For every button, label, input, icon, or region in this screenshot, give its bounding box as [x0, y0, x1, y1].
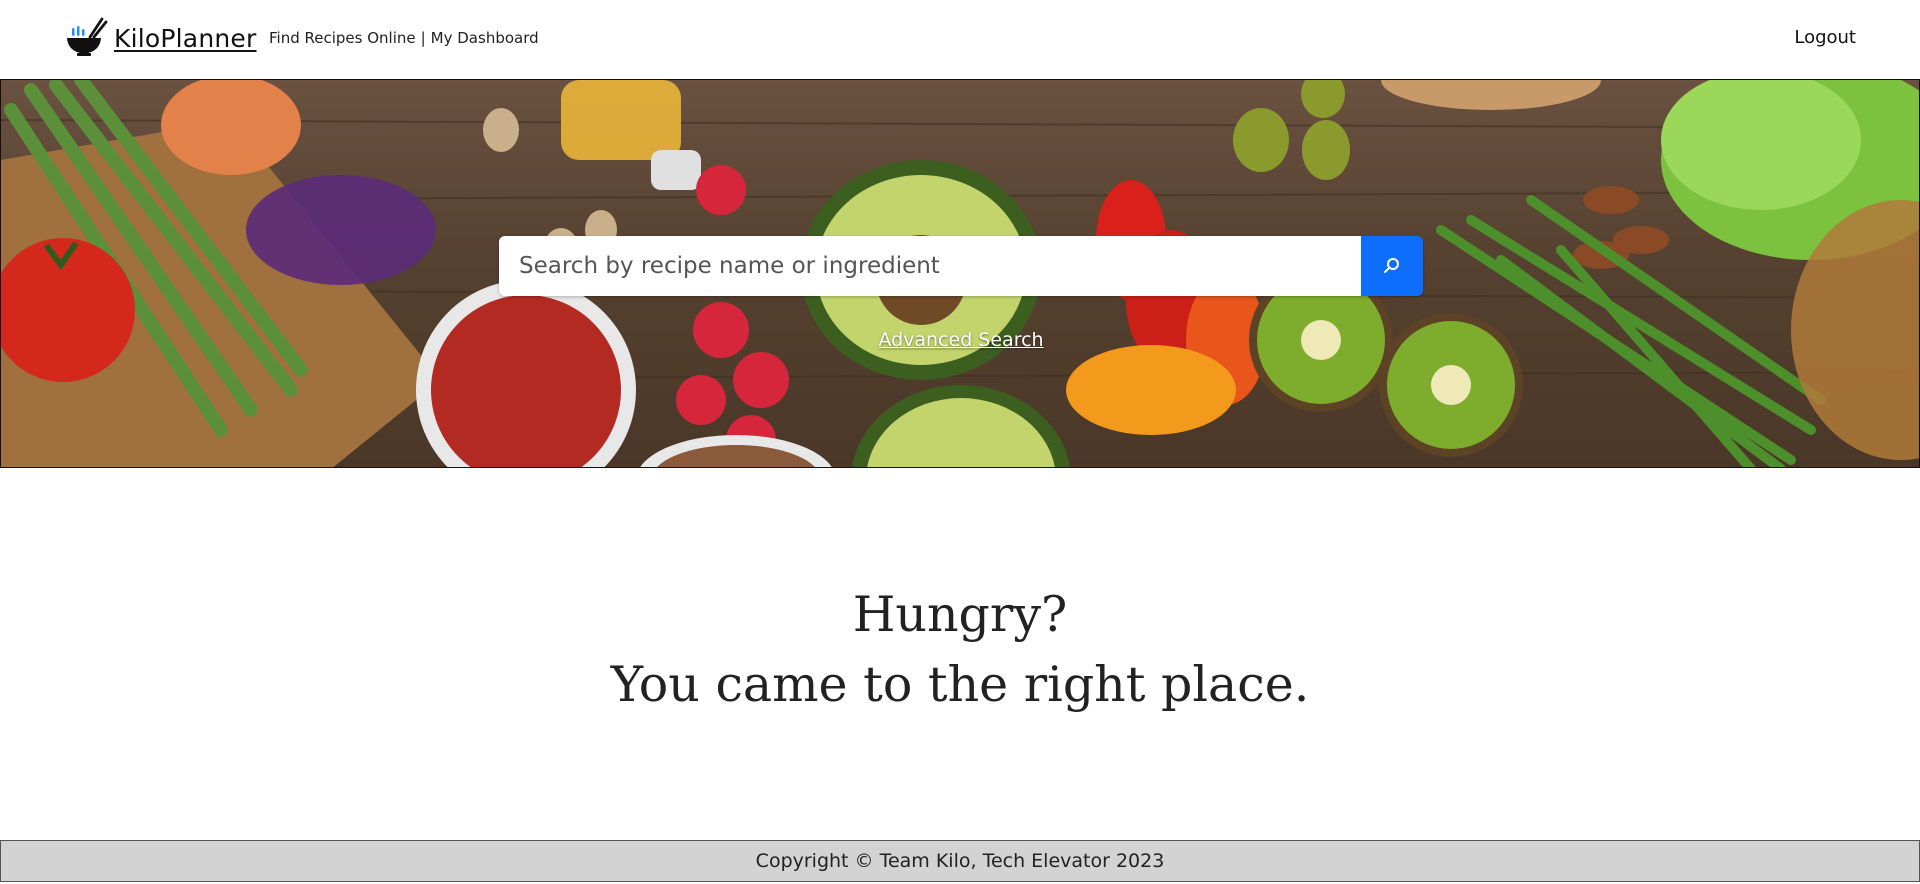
- tagline-line-2: You came to the right place.: [610, 656, 1310, 713]
- ramen-bowl-icon: [67, 17, 108, 56]
- nav-links: Find Recipes Online | My Dashboard: [269, 29, 539, 47]
- advanced-search-link[interactable]: Advanced Search: [878, 329, 1043, 351]
- brand-name: KiloPlanner: [114, 23, 257, 53]
- hero-banner: Advanced Search: [0, 79, 1920, 468]
- nav-dashboard-link[interactable]: My Dashboard: [431, 29, 539, 47]
- tagline-line-1: Hungry?: [852, 586, 1068, 643]
- recipe-search-bar: [499, 236, 1423, 296]
- recipe-search-input[interactable]: [499, 236, 1361, 296]
- tagline: Hungry? You came to the right place.: [0, 580, 1920, 720]
- search-button[interactable]: [1361, 236, 1423, 296]
- top-navbar: KiloPlanner Find Recipes Online | My Das…: [0, 0, 1920, 78]
- logout-link[interactable]: Logout: [1794, 27, 1856, 48]
- brand-link[interactable]: KiloPlanner: [64, 16, 256, 60]
- nav-separator: |: [420, 29, 426, 47]
- copyright-text: Copyright © Team Kilo, Tech Elevator 202…: [755, 850, 1165, 872]
- nav-find-recipes-link[interactable]: Find Recipes Online: [269, 29, 416, 47]
- search-icon: [1384, 258, 1399, 273]
- footer: Copyright © Team Kilo, Tech Elevator 202…: [0, 840, 1920, 882]
